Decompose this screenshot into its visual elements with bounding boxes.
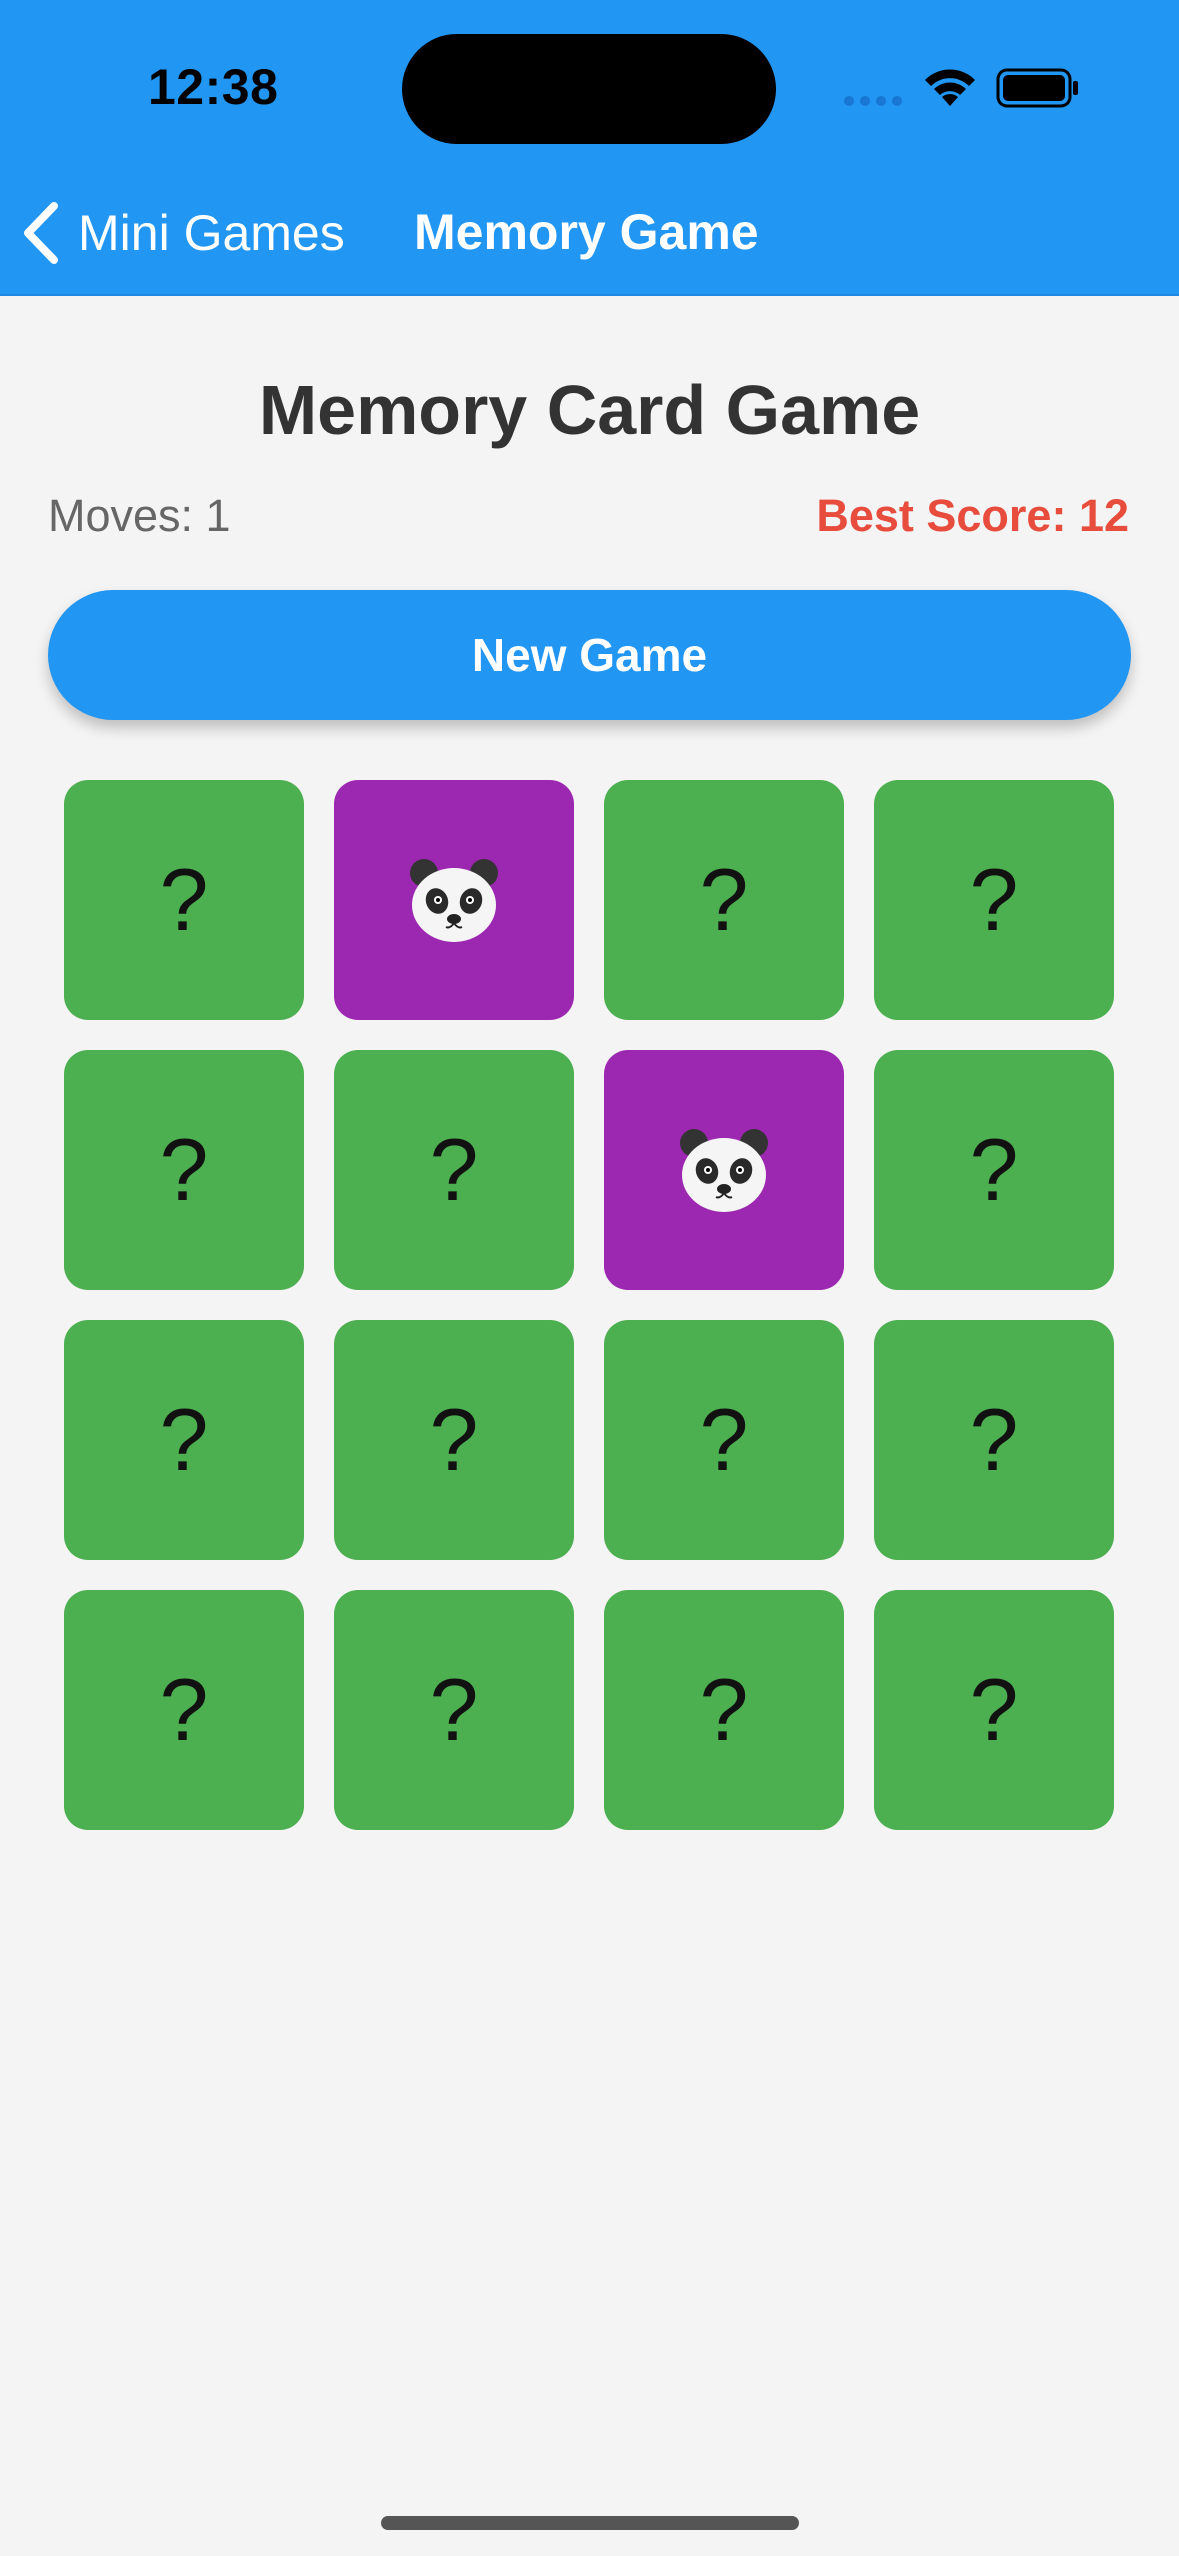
memory-card[interactable]: ? <box>604 1590 844 1830</box>
best-score: Best Score: 12 <box>816 490 1129 541</box>
card-question-mark: ? <box>699 1390 749 1489</box>
memory-card[interactable]: ? <box>604 1320 844 1560</box>
back-button[interactable]: Mini Games <box>18 198 345 268</box>
memory-card[interactable]: ? <box>874 1590 1114 1830</box>
memory-card[interactable]: ? <box>334 1320 574 1560</box>
memory-card[interactable]: ? <box>64 1320 304 1560</box>
memory-card[interactable]: ? <box>874 1050 1114 1290</box>
card-question-mark: ? <box>159 1120 209 1219</box>
chevron-left-icon <box>24 202 58 264</box>
memory-card[interactable]: ? <box>874 780 1114 1020</box>
new-game-button[interactable]: New Game <box>48 590 1131 720</box>
nav-title: Memory Game <box>414 204 759 260</box>
card-question-mark: ? <box>159 850 209 949</box>
dynamic-island <box>402 34 776 144</box>
back-label: Mini Games <box>78 205 345 261</box>
card-question-mark: ? <box>699 1660 749 1759</box>
card-question-mark: ? <box>699 850 749 949</box>
page-title: Memory Card Game <box>258 371 921 449</box>
home-indicator[interactable] <box>381 2516 799 2530</box>
card-question-mark: ? <box>429 1660 479 1759</box>
memory-card[interactable] <box>604 1050 844 1290</box>
memory-card[interactable] <box>334 780 574 1020</box>
card-question-mark: ? <box>969 1120 1019 1219</box>
memory-card[interactable]: ? <box>604 780 844 1020</box>
card-question-mark: ? <box>429 1390 479 1489</box>
moves-counter: Moves: 1 <box>48 490 231 541</box>
status-time: 12:38 <box>148 59 279 115</box>
card-question-mark: ? <box>429 1120 479 1219</box>
panda-icon <box>680 1129 768 1212</box>
memory-card[interactable]: ? <box>64 1590 304 1830</box>
battery-icon <box>996 68 1078 108</box>
header-bar: 12:38 Mini Games Memory Game <box>0 0 1179 296</box>
memory-card[interactable]: ? <box>64 1050 304 1290</box>
card-question-mark: ? <box>159 1660 209 1759</box>
card-question-mark: ? <box>969 1390 1019 1489</box>
card-question-mark: ? <box>969 1660 1019 1759</box>
card-question-mark: ? <box>969 850 1019 949</box>
screen: 12:38 Mini Games Memory Game Memory Card… <box>0 0 1179 2556</box>
card-grid: ?????????????? <box>64 780 1115 1831</box>
panda-icon <box>410 859 498 942</box>
wifi-icon <box>925 69 975 106</box>
memory-card[interactable]: ? <box>334 1050 574 1290</box>
memory-card[interactable]: ? <box>874 1320 1114 1560</box>
card-question-mark: ? <box>159 1390 209 1489</box>
memory-card[interactable]: ? <box>64 780 304 1020</box>
memory-card[interactable]: ? <box>334 1590 574 1830</box>
